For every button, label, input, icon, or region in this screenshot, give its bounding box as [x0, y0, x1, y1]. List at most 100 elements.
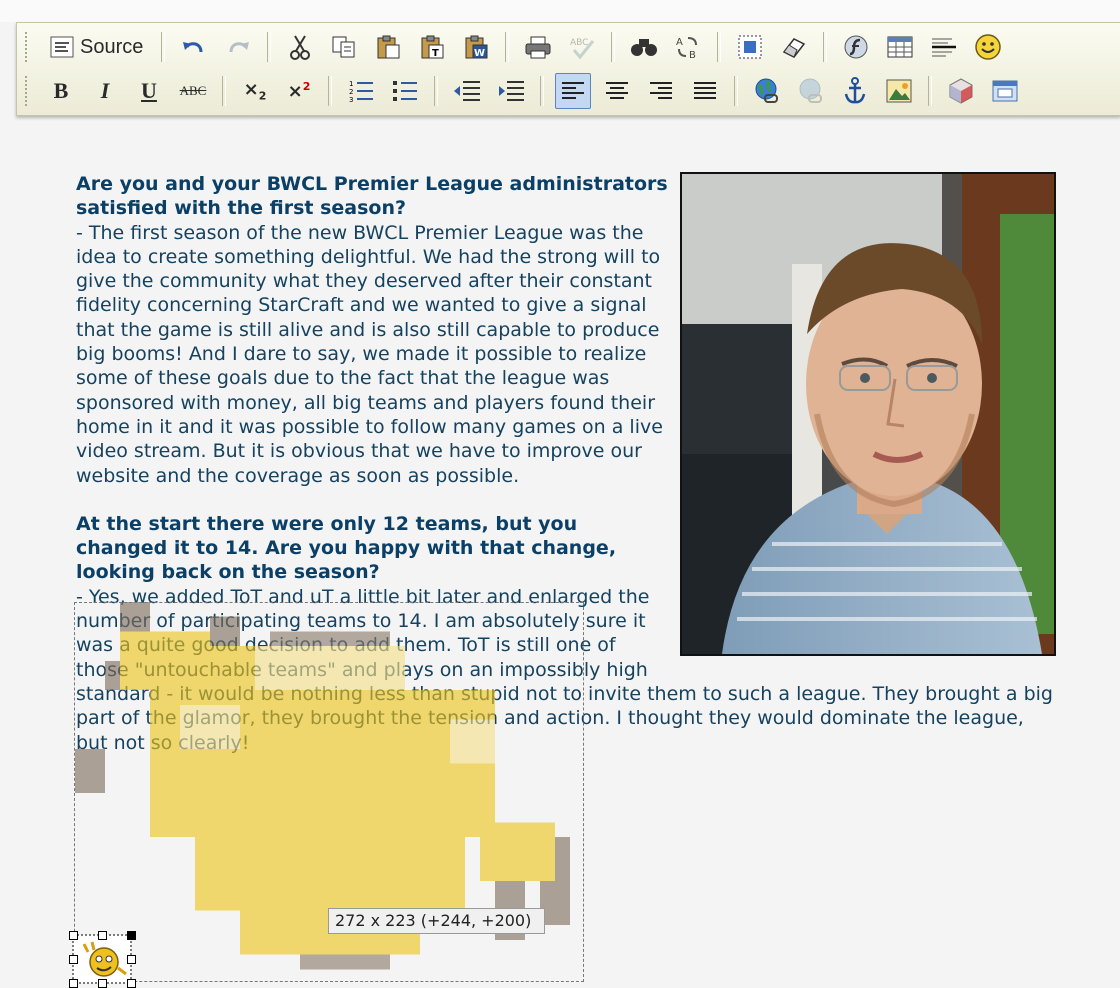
find-icon [630, 35, 658, 59]
link-button[interactable] [749, 73, 785, 109]
find-button[interactable] [626, 29, 662, 65]
replace-button[interactable]: AB [670, 29, 706, 65]
maximize-button[interactable] [987, 73, 1023, 109]
source-icon [50, 36, 74, 58]
toolbar-separator [434, 76, 438, 106]
strikethrough-button[interactable]: ABC [175, 73, 211, 109]
toolbar-grip[interactable] [25, 32, 31, 62]
remove-format-button[interactable] [776, 29, 812, 65]
cut-button[interactable] [282, 29, 318, 65]
spellcheck-icon: ABC [568, 34, 596, 60]
paste-word-button[interactable]: W [458, 29, 494, 65]
bulleted-list-icon [392, 78, 418, 104]
plugin-icon [947, 77, 975, 105]
unlink-button[interactable] [793, 73, 829, 109]
toolbar-separator [823, 32, 828, 62]
italic-icon: I [100, 78, 110, 103]
select-all-button[interactable] [732, 29, 768, 65]
paste-text-button[interactable]: T [414, 29, 450, 65]
resize-handle[interactable] [98, 931, 107, 940]
article-body[interactable]: Are you and your BWCL Premier League adm… [76, 172, 1056, 755]
subscript-button[interactable]: ×2 [237, 73, 273, 109]
resize-handle[interactable] [127, 979, 136, 988]
resize-dimensions-tooltip: 272 x 223 (+244, +200) [328, 908, 545, 934]
toolbar-separator [161, 32, 166, 62]
italic-button[interactable]: I [87, 73, 123, 109]
numbered-list-icon: 123 [348, 78, 374, 104]
anchor-button[interactable] [837, 73, 873, 109]
undo-button[interactable] [176, 29, 212, 65]
toolbar-grip[interactable] [25, 76, 31, 106]
print-button[interactable] [520, 29, 556, 65]
align-right-button[interactable] [643, 73, 679, 109]
resize-handle[interactable] [127, 955, 136, 964]
bold-icon: B [53, 78, 69, 103]
increase-indent-button[interactable] [493, 73, 529, 109]
toolbar-separator [267, 32, 272, 62]
svg-text:ABC: ABC [570, 38, 588, 48]
image-button[interactable] [881, 73, 917, 109]
superscript-icon: ×2 [287, 80, 311, 102]
resize-handle[interactable] [69, 979, 78, 988]
horizontal-rule-button[interactable] [926, 29, 962, 65]
editor-toolbar: Source T W ABC AB B I U ABC ×2 ×2 1 2 3 [16, 22, 1120, 116]
toolbar-separator [734, 76, 738, 106]
superscript-button[interactable]: ×2 [281, 73, 317, 109]
spellcheck-button[interactable]: ABC [564, 29, 600, 65]
link-icon [753, 77, 781, 105]
cut-icon [289, 34, 311, 60]
paste-icon [375, 34, 401, 60]
decrease-indent-button[interactable] [449, 73, 485, 109]
selected-smiley-thumbnail[interactable] [69, 931, 136, 988]
justify-button[interactable] [687, 73, 723, 109]
source-button[interactable]: Source [43, 29, 150, 65]
svg-text:T: T [432, 48, 439, 59]
copy-button[interactable] [326, 29, 362, 65]
resize-handle[interactable] [127, 931, 136, 940]
table-button[interactable] [882, 29, 918, 65]
redo-button[interactable] [220, 29, 256, 65]
flash-button[interactable] [838, 29, 874, 65]
toolbar-row-2: B I U ABC ×2 ×2 123 [25, 70, 1027, 112]
numbered-list-button[interactable]: 123 [343, 73, 379, 109]
align-center-icon [604, 79, 630, 103]
justify-icon [692, 79, 718, 103]
resize-handle[interactable] [69, 931, 78, 940]
paste-text-icon: T [419, 34, 445, 60]
align-left-button[interactable] [555, 73, 591, 109]
resize-handle[interactable] [69, 955, 78, 964]
underline-icon: U [141, 78, 157, 103]
redo-icon [225, 36, 251, 58]
plugin-button[interactable] [943, 73, 979, 109]
undo-icon [181, 36, 207, 58]
increase-indent-icon [497, 78, 525, 104]
editor-content-area[interactable]: Are you and your BWCL Premier League adm… [0, 116, 1120, 988]
table-icon [886, 35, 914, 59]
toolbar-separator [717, 32, 722, 62]
svg-text:2: 2 [349, 88, 353, 96]
bulleted-list-button[interactable] [387, 73, 423, 109]
print-icon [524, 35, 552, 59]
svg-text:W: W [474, 48, 485, 59]
interview-photo[interactable] [680, 172, 1056, 656]
image-icon [885, 78, 913, 104]
flash-icon [843, 34, 869, 60]
underline-button[interactable]: U [131, 73, 167, 109]
svg-text:A: A [676, 37, 683, 48]
source-label: Source [80, 35, 144, 58]
copy-icon [331, 35, 357, 59]
toolbar-separator [928, 76, 932, 106]
portrait-image [682, 174, 1054, 654]
smiley-thumbnail-image [72, 934, 132, 984]
anchor-icon [843, 77, 867, 105]
align-center-button[interactable] [599, 73, 635, 109]
smiley-button[interactable] [970, 29, 1006, 65]
resize-handle[interactable] [98, 979, 107, 988]
toolbar-separator [611, 32, 616, 62]
remove-format-icon [781, 35, 807, 59]
subscript-icon: ×2 [243, 79, 267, 103]
paste-button[interactable] [370, 29, 406, 65]
unlink-icon [797, 77, 825, 105]
svg-text:3: 3 [349, 96, 353, 104]
bold-button[interactable]: B [43, 73, 79, 109]
